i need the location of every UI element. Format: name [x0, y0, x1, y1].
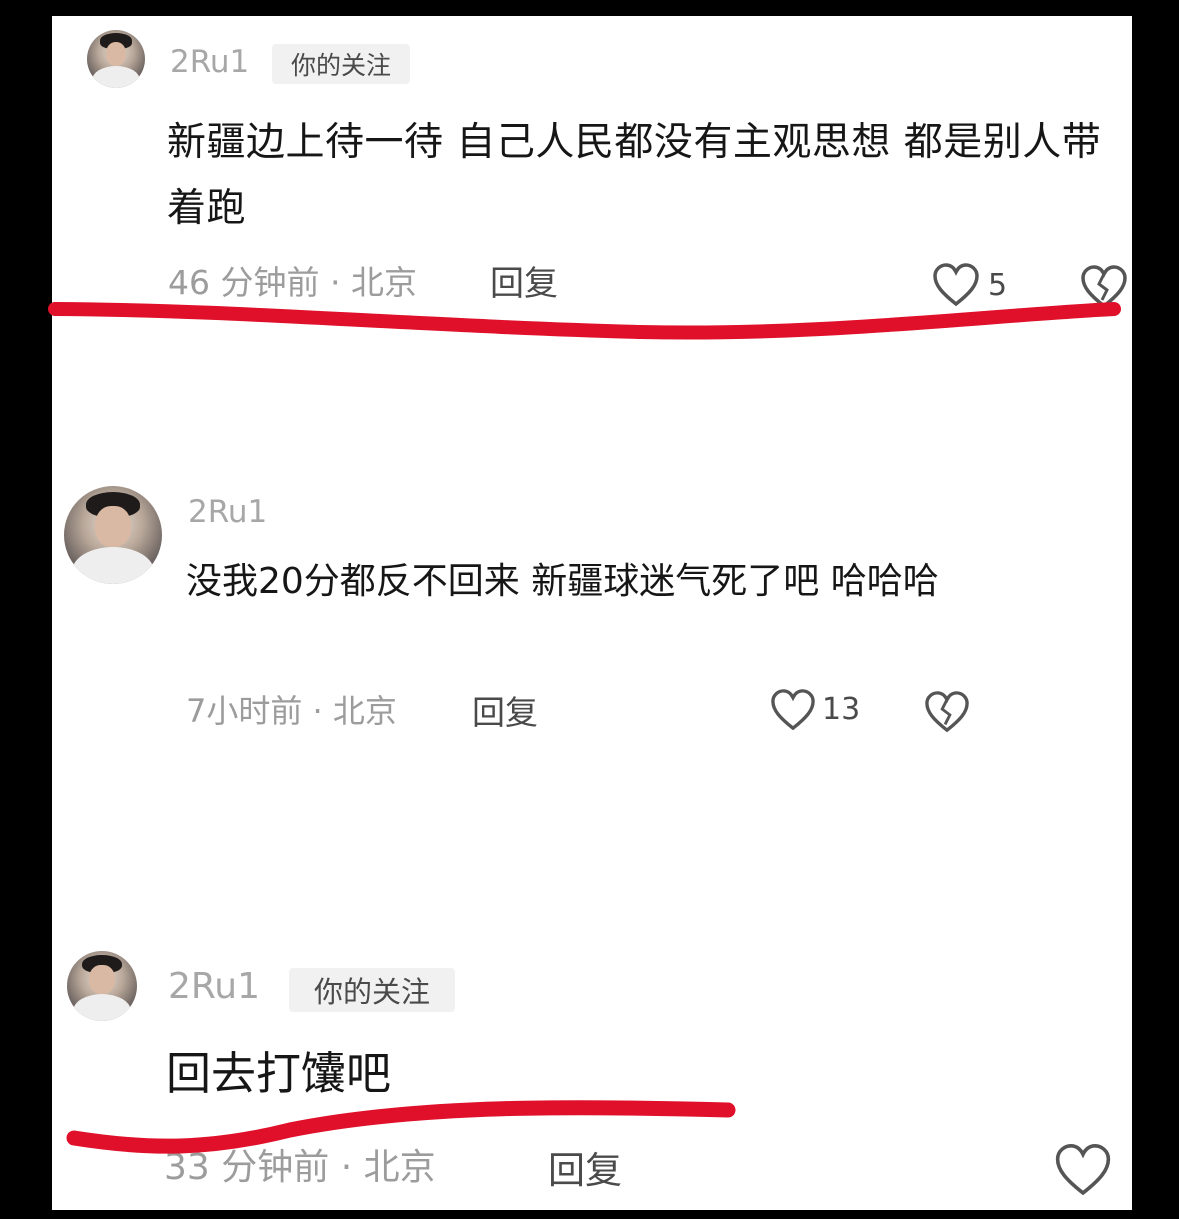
- broken-heart-icon[interactable]: [1080, 264, 1128, 310]
- heart-outline-icon[interactable]: [1054, 1142, 1112, 1198]
- heart-outline-icon[interactable]: [932, 262, 980, 308]
- avatar-1[interactable]: [87, 30, 145, 88]
- comment-card-2: [52, 346, 1132, 736]
- avatar-2[interactable]: [64, 486, 162, 584]
- avatar-face: [89, 965, 115, 995]
- following-badge-1: 你的关注: [272, 44, 410, 84]
- username-2[interactable]: 2Ru1: [188, 494, 267, 530]
- avatar-3[interactable]: [67, 951, 137, 1021]
- heart-outline-icon[interactable]: [770, 688, 816, 732]
- comment-time-location-3: 33 分钟前 · 北京: [164, 1147, 436, 1188]
- avatar-body: [71, 546, 155, 584]
- comment-text-1: 新疆边上待一待 自己人民都没有主观思想 都是别人带着跑: [167, 120, 1102, 231]
- avatar-face: [105, 41, 127, 66]
- comment-text-3: 回去打馕吧: [166, 1047, 392, 1100]
- comment-text-2: 没我20分都反不回来 新疆球迷气死了吧 哈哈哈: [186, 561, 939, 602]
- reply-button-1[interactable]: 回复: [490, 256, 558, 305]
- username-1[interactable]: 2Ru1: [170, 44, 249, 80]
- like-count-2: 13: [822, 692, 861, 727]
- avatar-body: [72, 994, 132, 1021]
- avatar-face: [95, 505, 131, 547]
- comment-time-location-2: 7小时前 · 北京: [186, 692, 397, 730]
- like-count-1: 5: [988, 268, 1008, 303]
- reply-button-2[interactable]: 回复: [472, 686, 538, 734]
- avatar-body: [91, 65, 141, 88]
- reply-button-3[interactable]: 回复: [548, 1140, 622, 1194]
- username-3[interactable]: 2Ru1: [168, 966, 260, 1007]
- broken-heart-icon[interactable]: [924, 690, 970, 734]
- following-badge-3: 你的关注: [289, 968, 455, 1012]
- comment-time-location-1: 46 分钟前 · 北京: [168, 263, 417, 302]
